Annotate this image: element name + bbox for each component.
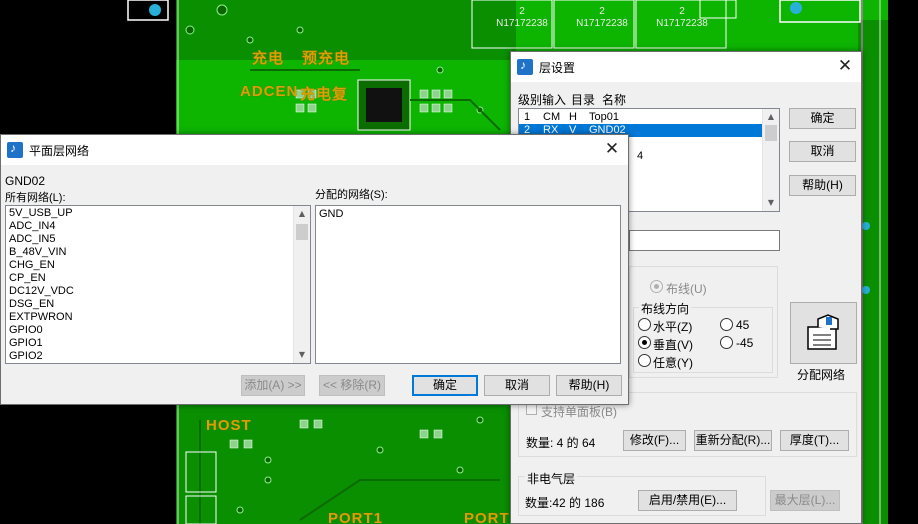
- layer-name-label: GND02: [5, 174, 46, 188]
- layer-cancel-button[interactable]: 取消: [789, 141, 856, 162]
- assigned-nets-label: 分配的网络(S):: [315, 189, 388, 201]
- scroll-up-icon[interactable]: ▲: [763, 109, 779, 125]
- layer-list-scrollbar[interactable]: ▲ ▼: [762, 109, 779, 211]
- net-item[interactable]: ADC_IN5: [6, 233, 74, 246]
- net-cancel-button[interactable]: 取消: [484, 375, 550, 396]
- pcb-label-charge: 充电: [252, 50, 285, 67]
- enable-disable-button[interactable]: 启用/禁用(E)...: [638, 490, 737, 511]
- reassign-button[interactable]: 重新分配(R)...: [694, 430, 772, 451]
- non-electrical-title: 非电气层: [525, 470, 578, 487]
- scroll-thumb[interactable]: [765, 125, 777, 141]
- assigned-net-item[interactable]: GND: [316, 208, 343, 221]
- net-item[interactable]: CHG_EN: [6, 259, 74, 272]
- dir-vertical-radio[interactable]: [638, 336, 651, 349]
- remove-net-button: << 移除(R): [319, 375, 385, 396]
- dir-vertical-label: 垂直(V): [653, 338, 693, 352]
- routing-direction-title: 布线方向: [639, 300, 692, 317]
- routing-radio-label: 布线(U): [666, 282, 707, 296]
- max-layers-button: 最大层(L)...: [770, 490, 840, 511]
- dir-45-radio[interactable]: [720, 318, 733, 331]
- scroll-thumb[interactable]: [296, 224, 308, 240]
- net-ok-button[interactable]: 确定: [412, 375, 478, 396]
- close-icon[interactable]: ✕: [835, 57, 855, 77]
- assign-nets-button[interactable]: [790, 302, 857, 364]
- layer-name-input[interactable]: [629, 230, 780, 251]
- layer-row-partial: 4: [637, 150, 644, 162]
- net-help-button[interactable]: 帮助(H): [556, 375, 622, 396]
- layer-settings-title: 层设置: [539, 60, 576, 75]
- single-sided-checkbox[interactable]: [526, 404, 537, 415]
- chip-ref-1: 2 N17172238: [496, 6, 548, 29]
- column-header-name: 名称: [602, 93, 627, 107]
- app-icon: [517, 58, 533, 75]
- net-item[interactable]: EXTPWRON: [6, 311, 74, 324]
- dir-any-label: 任意(Y): [653, 356, 693, 370]
- close-icon[interactable]: ✕: [602, 140, 622, 160]
- pcb-label-charge-reset: 充电复: [300, 86, 349, 103]
- scroll-down-icon[interactable]: ▼: [763, 195, 779, 211]
- net-item[interactable]: DC12V_VDC: [6, 285, 74, 298]
- assign-nets-icon: [807, 314, 839, 350]
- plane-layer-nets-dialog: 平面层网络 ✕ GND02 所有网络(L): 分配的网络(S): 5V_USB_…: [0, 134, 629, 405]
- scroll-up-icon[interactable]: ▲: [294, 206, 310, 222]
- column-header-dir: 目录: [571, 93, 596, 107]
- dir-45-label: 45: [736, 318, 750, 332]
- pcb-label-port: PORT: [464, 510, 510, 524]
- net-item[interactable]: ADC_IN4: [6, 220, 74, 233]
- routing-radio[interactable]: [650, 280, 663, 293]
- net-item[interactable]: DSG_EN: [6, 298, 74, 311]
- assigned-nets-list[interactable]: GND: [315, 205, 621, 364]
- column-header-level: 级别输入: [518, 93, 567, 107]
- dir-any-radio[interactable]: [638, 354, 651, 367]
- plane-nets-title: 平面层网络: [29, 143, 90, 158]
- assign-nets-label: 分配网络: [797, 368, 846, 382]
- electrical-count: 数量: 4 的 64: [526, 436, 596, 450]
- net-item[interactable]: GPIO0: [6, 324, 74, 337]
- add-net-button: 添加(A) >>: [241, 375, 305, 396]
- layer-ok-button[interactable]: 确定: [789, 108, 856, 129]
- scroll-down-icon[interactable]: ▼: [294, 347, 310, 363]
- plane-nets-titlebar[interactable]: 平面层网络 ✕: [1, 135, 628, 165]
- pcb-label-adcen: ADCEN: [240, 83, 299, 100]
- dir-horizontal-radio[interactable]: [638, 318, 651, 331]
- dir-horizontal-label: 水平(Z): [653, 320, 693, 334]
- layer-settings-titlebar[interactable]: 层设置 ✕: [511, 52, 861, 82]
- single-sided-label: 支持单面板(B): [541, 405, 617, 419]
- pcb-label-host: HOST: [206, 417, 252, 434]
- pcb-label-precharge: 预充电: [302, 50, 351, 67]
- pcb-label-port1: PORT1: [328, 510, 384, 524]
- modify-button[interactable]: 修改(F)...: [623, 430, 686, 451]
- chip-ref-2: 2 N17172238: [576, 6, 628, 29]
- net-item[interactable]: B_48V_VIN: [6, 246, 74, 259]
- app-icon: [7, 141, 23, 158]
- layer-help-button[interactable]: 帮助(H): [789, 175, 856, 196]
- thickness-button[interactable]: 厚度(T)...: [780, 430, 849, 451]
- layer-row[interactable]: 1 CM H Top01: [519, 111, 764, 124]
- all-nets-label: 所有网络(L):: [5, 192, 66, 204]
- net-item[interactable]: 5V_USB_UP: [6, 207, 74, 220]
- dir-minus45-label: -45: [736, 336, 754, 350]
- net-item[interactable]: GPIO1: [6, 337, 74, 350]
- non-electrical-count: 数量:42 的 186: [525, 496, 605, 510]
- chip-ref-3: 2 N17172238: [656, 6, 708, 29]
- all-nets-list[interactable]: 5V_USB_UP ADC_IN4 ADC_IN5 B_48V_VIN CHG_…: [5, 205, 311, 364]
- net-item[interactable]: CP_EN: [6, 272, 74, 285]
- net-item[interactable]: GPIO2: [6, 350, 74, 363]
- all-nets-scrollbar[interactable]: ▲ ▼: [293, 206, 310, 363]
- dir-minus45-radio[interactable]: [720, 336, 733, 349]
